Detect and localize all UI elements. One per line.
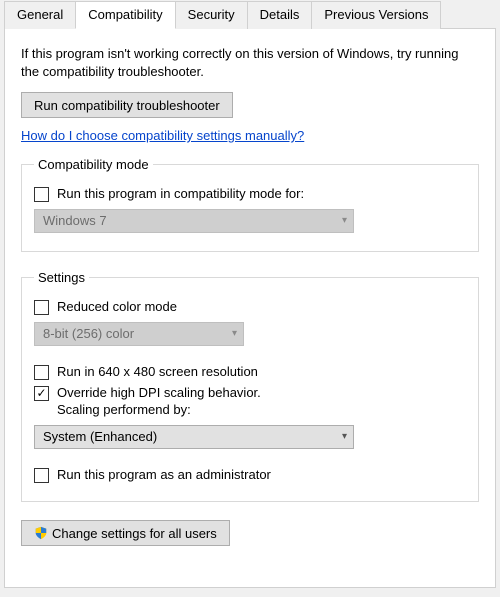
settings-group: Settings Reduced color mode 8-bit (256) … [21,270,479,502]
compatibility-mode-legend: Compatibility mode [34,157,153,172]
run-troubleshooter-label: Run compatibility troubleshooter [34,98,220,113]
compat-mode-select-value: Windows 7 [43,213,107,228]
compatibility-mode-group: Compatibility mode Run this program in c… [21,157,479,252]
tab-details[interactable]: Details [247,1,313,29]
compatibility-panel: If this program isn't working correctly … [4,28,496,588]
dpi-override-checkbox[interactable] [34,386,49,401]
reduced-color-select[interactable]: 8-bit (256) color ▾ [34,322,244,346]
low-res-checkbox[interactable] [34,365,49,380]
dpi-override-line2: Scaling performend by: [57,402,191,417]
compat-mode-label: Run this program in compatibility mode f… [57,186,304,203]
intro-text: If this program isn't working correctly … [21,45,479,80]
tab-strip: General Compatibility Security Details P… [0,1,500,29]
help-link[interactable]: How do I choose compatibility settings m… [21,128,304,143]
chevron-down-icon: ▾ [342,431,347,442]
reduced-color-label: Reduced color mode [57,299,177,316]
compat-mode-checkbox[interactable] [34,187,49,202]
compat-mode-select[interactable]: Windows 7 ▾ [34,209,354,233]
chevron-down-icon: ▾ [232,328,237,339]
reduced-color-checkbox[interactable] [34,300,49,315]
properties-dialog: General Compatibility Security Details P… [0,0,500,597]
tab-previous-versions[interactable]: Previous Versions [311,1,441,29]
settings-legend: Settings [34,270,89,285]
run-troubleshooter-button[interactable]: Run compatibility troubleshooter [21,92,233,118]
dpi-override-label: Override high DPI scaling behavior. Scal… [57,385,261,419]
change-settings-all-users-label: Change settings for all users [52,526,217,541]
chevron-down-icon: ▾ [342,215,347,226]
dpi-override-line1: Override high DPI scaling behavior. [57,385,261,400]
tab-compatibility[interactable]: Compatibility [75,1,175,29]
change-settings-all-users-button[interactable]: Change settings for all users [21,520,230,546]
dpi-scaling-select-value: System (Enhanced) [43,429,157,444]
dpi-scaling-select[interactable]: System (Enhanced) ▾ [34,425,354,449]
run-as-admin-label: Run this program as an administrator [57,467,271,484]
shield-icon [34,526,48,540]
reduced-color-select-value: 8-bit (256) color [43,326,134,341]
run-as-admin-checkbox[interactable] [34,468,49,483]
tab-general[interactable]: General [4,1,76,29]
low-res-label: Run in 640 x 480 screen resolution [57,364,258,381]
tab-security[interactable]: Security [175,1,248,29]
